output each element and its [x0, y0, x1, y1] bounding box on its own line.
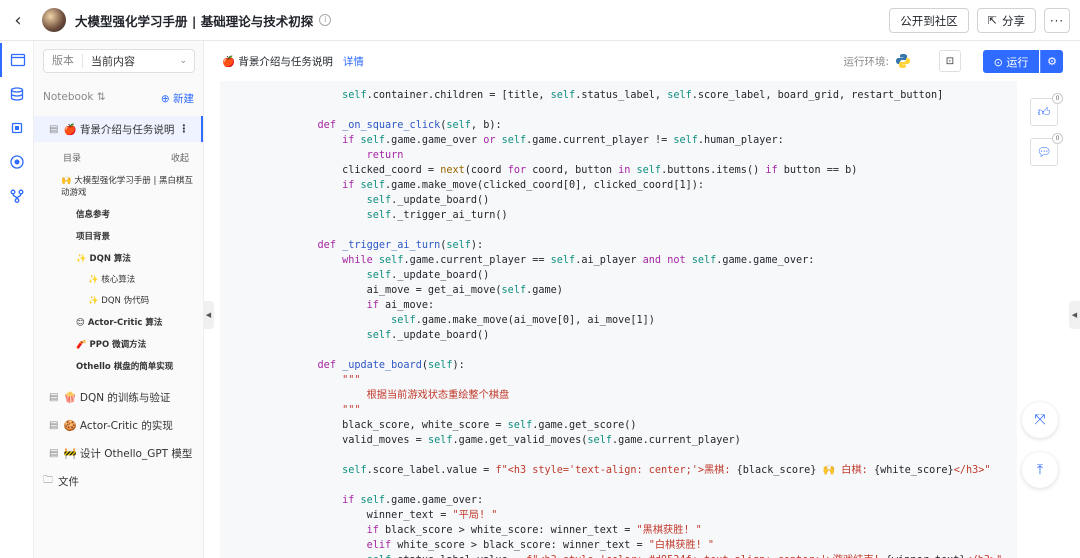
like-count: 0: [1052, 93, 1063, 104]
file-item[interactable]: ▤ 🍿 DQN 的训练与验证: [34, 383, 203, 411]
comment-count: 0: [1052, 133, 1063, 144]
code-cell[interactable]: self.container.children = [title, self.s…: [220, 81, 1017, 558]
file-menu-icon[interactable]: ⋮: [179, 123, 190, 135]
more-button[interactable]: ···: [1044, 8, 1070, 33]
toc-item[interactable]: 🧨 PPO 微调方法: [34, 339, 203, 351]
share-icon: ⇱: [987, 14, 997, 27]
chevron-left-icon[interactable]: ‹: [0, 0, 36, 41]
folder-window-icon: [10, 53, 26, 67]
thumbs-up-icon: 👍︎: [1037, 104, 1051, 119]
folder-item[interactable]: 🗀 文件: [34, 467, 203, 495]
back-to-top-button[interactable]: ⤒: [1022, 452, 1058, 488]
notebook-sidebar: 版本 当前内容 ⌄ Notebook ⇅ ⊕ 新建 ▤ 🍎 背景介绍与任务说明 …: [34, 41, 204, 558]
toc-label: 目录: [63, 154, 82, 164]
top-actions: 公开到社区 ⇱ 分享 ···: [889, 8, 1070, 33]
version-select[interactable]: 版本 当前内容 ⌄: [43, 49, 195, 73]
runtime-env: 运行环境:: [843, 53, 911, 69]
share-label: 分享: [1002, 13, 1025, 28]
branch-icon: [10, 189, 24, 203]
folder-label: 文件: [58, 475, 79, 488]
avatar[interactable]: [42, 8, 66, 32]
page-title: 大模型强化学习手册 | 基础理论与技术初探: [75, 13, 314, 29]
folder-icon: 🗀: [43, 474, 53, 486]
image-button[interactable]: ⊡: [939, 50, 961, 72]
toc-item[interactable]: Othello 棋盘的简单实现: [34, 361, 203, 373]
publish-button[interactable]: 公开到社区: [889, 8, 969, 33]
code-editor[interactable]: self.container.children = [title, self.s…: [293, 88, 1003, 558]
toc-item[interactable]: ✨ 核心算法: [34, 274, 203, 286]
rail-target[interactable]: [0, 145, 34, 179]
comment-icon: 💬︎: [1036, 145, 1052, 159]
detail-link[interactable]: 详情: [343, 54, 364, 69]
toc-item[interactable]: 项目背景: [34, 231, 203, 243]
fullscreen-button[interactable]: ⤧: [1022, 402, 1058, 438]
file-item-label: 🍪 Actor-Critic 的实现: [63, 419, 173, 432]
notebook-header: Notebook ⇅ ⊕ 新建: [43, 91, 194, 106]
file-icon: ▤: [49, 391, 59, 403]
toc-item[interactable]: 😊 Actor-Critic 算法: [34, 317, 203, 329]
chip-icon: [11, 122, 23, 134]
chevron-down-icon: ⌄: [179, 56, 187, 66]
toc-item[interactable]: ✨ DQN 伪代码: [34, 295, 203, 307]
file-icon: ▤: [49, 447, 59, 459]
version-label: 版本: [44, 54, 83, 68]
like-button[interactable]: 👍︎ 0: [1030, 93, 1063, 126]
toc-collapse-button[interactable]: 收起: [171, 151, 189, 164]
file-item[interactable]: ▤ 🚧 设计 Othello_GPT 模型: [34, 439, 203, 467]
rail-git[interactable]: [0, 179, 34, 213]
icon-rail: [0, 41, 34, 558]
toc-item[interactable]: 信息参考: [34, 209, 203, 221]
database-icon: [10, 87, 24, 101]
cell-header: 🍎 背景介绍与任务说明 详情 运行环境: ⊡ ⊙ 运行 ⚙: [214, 41, 1069, 81]
toc-header: 目录 收起: [34, 142, 203, 164]
notebook-label[interactable]: Notebook ⇅: [43, 91, 106, 106]
run-settings-button[interactable]: ⚙: [1040, 50, 1063, 73]
new-notebook-button[interactable]: ⊕ 新建: [161, 91, 194, 106]
collapse-right-handle[interactable]: ◀: [1069, 301, 1080, 329]
expand-icon: ⤧: [1034, 412, 1046, 428]
share-button[interactable]: ⇱ 分享: [976, 8, 1036, 33]
file-icon: ▤: [49, 419, 59, 431]
toc-item[interactable]: 🙌 大模型强化学习手册 | 黑白棋互动游戏: [34, 175, 203, 199]
file-item[interactable]: ▤ 🍪 Actor-Critic 的实现: [34, 411, 203, 439]
file-item-label: 🚧 设计 Othello_GPT 模型: [63, 447, 193, 460]
file-item-active[interactable]: ▤ 🍎 背景介绍与任务说明 ⋮: [34, 116, 203, 142]
rail-compute[interactable]: [0, 111, 34, 145]
collapse-sidebar-handle[interactable]: ◀: [203, 301, 214, 329]
version-value: 当前内容: [91, 55, 135, 68]
info-icon[interactable]: i: [319, 14, 332, 26]
env-label: 运行环境:: [843, 55, 889, 68]
arrow-up-icon: ⤒: [1036, 462, 1044, 478]
run-button[interactable]: ⊙ 运行: [983, 50, 1039, 73]
file-icon: ▤: [49, 123, 59, 135]
file-item-label: 🍎 背景介绍与任务说明: [63, 123, 175, 136]
python-icon[interactable]: [895, 53, 911, 69]
top-bar: ‹ 大模型强化学习手册 | 基础理论与技术初探 i 公开到社区 ⇱ 分享 ···: [0, 0, 1080, 41]
rail-dataset[interactable]: [0, 77, 34, 111]
file-list: ▤ 🍿 DQN 的训练与验证 ▤ 🍪 Actor-Critic 的实现 ▤ 🚧 …: [34, 383, 203, 495]
comment-button[interactable]: 💬︎ 0: [1030, 133, 1063, 166]
section-title: 🍎 背景介绍与任务说明: [222, 55, 333, 68]
rail-notebook[interactable]: [0, 43, 34, 77]
file-item-label: 🍿 DQN 的训练与验证: [63, 391, 171, 404]
table-of-contents: 🙌 大模型强化学习手册 | 黑白棋互动游戏 信息参考 项目背景 ✨ DQN 算法…: [34, 175, 203, 373]
toc-item[interactable]: ✨ DQN 算法: [34, 253, 203, 265]
target-icon: [10, 155, 24, 169]
